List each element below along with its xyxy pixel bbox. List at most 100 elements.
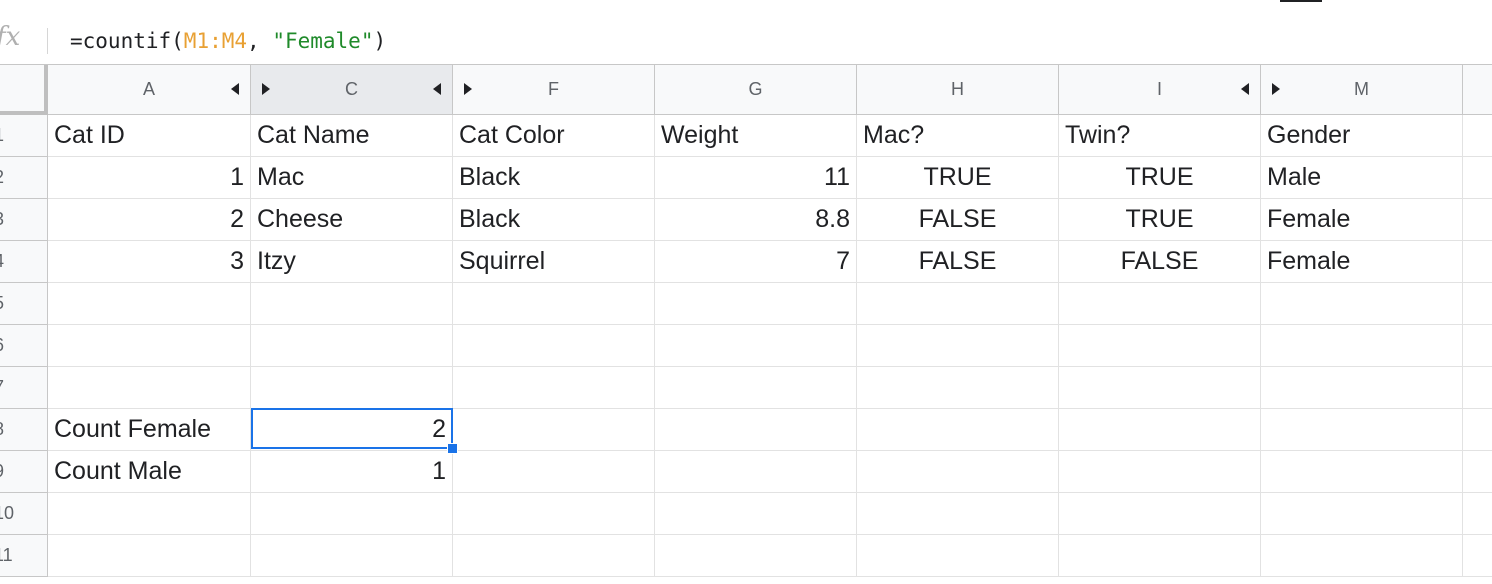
cell-h2[interactable]: TRUE xyxy=(857,157,1059,199)
hidden-columns-left-arrow-icon[interactable] xyxy=(231,83,239,95)
row-header[interactable]: 8 xyxy=(0,409,48,451)
cell-next-8[interactable] xyxy=(1463,409,1492,451)
cell-h4[interactable]: FALSE xyxy=(857,241,1059,283)
cell-f6[interactable] xyxy=(453,325,655,367)
cell-g7[interactable] xyxy=(655,367,857,409)
cell-next-4[interactable] xyxy=(1463,241,1492,283)
cell-g10[interactable] xyxy=(655,493,857,535)
cell-h6[interactable] xyxy=(857,325,1059,367)
cell-a5[interactable] xyxy=(48,283,251,325)
cell-i7[interactable] xyxy=(1059,367,1261,409)
fill-handle[interactable] xyxy=(447,443,458,454)
cell-next-2[interactable] xyxy=(1463,157,1492,199)
cell-h1[interactable]: Mac? xyxy=(857,115,1059,157)
cell-c9[interactable]: 1 xyxy=(251,451,453,493)
cell-m2[interactable]: Male xyxy=(1261,157,1463,199)
cell-c5[interactable] xyxy=(251,283,453,325)
cell-f8[interactable] xyxy=(453,409,655,451)
column-header-i[interactable]: I xyxy=(1059,65,1261,115)
cell-g2[interactable]: 11 xyxy=(655,157,857,199)
cell-c4[interactable]: Itzy xyxy=(251,241,453,283)
cell-m1[interactable]: Gender xyxy=(1261,115,1463,157)
cell-h7[interactable] xyxy=(857,367,1059,409)
cell-f11[interactable] xyxy=(453,535,655,577)
column-header-m[interactable]: M xyxy=(1261,65,1463,115)
cell-a7[interactable] xyxy=(48,367,251,409)
cell-next-9[interactable] xyxy=(1463,451,1492,493)
cell-a9[interactable]: Count Male xyxy=(48,451,251,493)
cell-f2[interactable]: Black xyxy=(453,157,655,199)
cell-i8[interactable] xyxy=(1059,409,1261,451)
cell-a1[interactable]: Cat ID xyxy=(48,115,251,157)
cell-c7[interactable] xyxy=(251,367,453,409)
cell-a10[interactable] xyxy=(48,493,251,535)
cell-h11[interactable] xyxy=(857,535,1059,577)
cell-h5[interactable] xyxy=(857,283,1059,325)
cell-g8[interactable] xyxy=(655,409,857,451)
cell-a2[interactable]: 1 xyxy=(48,157,251,199)
column-header-a[interactable]: A xyxy=(48,65,251,115)
cell-i9[interactable] xyxy=(1059,451,1261,493)
cell-f3[interactable]: Black xyxy=(453,199,655,241)
cell-c8[interactable]: 2 xyxy=(251,409,453,451)
row-header[interactable]: 7 xyxy=(0,367,48,409)
cell-m6[interactable] xyxy=(1261,325,1463,367)
cell-f10[interactable] xyxy=(453,493,655,535)
cell-g6[interactable] xyxy=(655,325,857,367)
cell-c10[interactable] xyxy=(251,493,453,535)
cell-m11[interactable] xyxy=(1261,535,1463,577)
cell-g1[interactable]: Weight xyxy=(655,115,857,157)
cell-m9[interactable] xyxy=(1261,451,1463,493)
column-header-g[interactable]: G xyxy=(655,65,857,115)
cell-i4[interactable]: FALSE xyxy=(1059,241,1261,283)
cell-c11[interactable] xyxy=(251,535,453,577)
cell-next-10[interactable] xyxy=(1463,493,1492,535)
cell-f9[interactable] xyxy=(453,451,655,493)
row-header[interactable]: 1 xyxy=(0,115,48,157)
column-header-c[interactable]: C xyxy=(251,65,453,115)
cell-f4[interactable]: Squirrel xyxy=(453,241,655,283)
cell-c2[interactable]: Mac xyxy=(251,157,453,199)
cell-i6[interactable] xyxy=(1059,325,1261,367)
cell-f7[interactable] xyxy=(453,367,655,409)
cell-i3[interactable]: TRUE xyxy=(1059,199,1261,241)
row-header[interactable]: 6 xyxy=(0,325,48,367)
row-header[interactable]: 3 xyxy=(0,199,48,241)
hidden-columns-right-arrow-icon[interactable] xyxy=(262,83,270,95)
hidden-columns-left-arrow-icon[interactable] xyxy=(433,83,441,95)
cell-i10[interactable] xyxy=(1059,493,1261,535)
cell-h9[interactable] xyxy=(857,451,1059,493)
cell-f1[interactable]: Cat Color xyxy=(453,115,655,157)
cell-next-3[interactable] xyxy=(1463,199,1492,241)
cell-a3[interactable]: 2 xyxy=(48,199,251,241)
cell-m8[interactable] xyxy=(1261,409,1463,451)
cell-next-5[interactable] xyxy=(1463,283,1492,325)
cell-g9[interactable] xyxy=(655,451,857,493)
cell-g4[interactable]: 7 xyxy=(655,241,857,283)
cell-next-11[interactable] xyxy=(1463,535,1492,577)
cell-a6[interactable] xyxy=(48,325,251,367)
row-header[interactable]: 9 xyxy=(0,451,48,493)
cell-h8[interactable] xyxy=(857,409,1059,451)
cell-h3[interactable]: FALSE xyxy=(857,199,1059,241)
column-header-f[interactable]: F xyxy=(453,65,655,115)
cell-a11[interactable] xyxy=(48,535,251,577)
cell-i5[interactable] xyxy=(1059,283,1261,325)
cell-h10[interactable] xyxy=(857,493,1059,535)
column-header-h[interactable]: H xyxy=(857,65,1059,115)
hidden-columns-right-arrow-icon[interactable] xyxy=(1272,83,1280,95)
cell-m3[interactable]: Female xyxy=(1261,199,1463,241)
cell-c1[interactable]: Cat Name xyxy=(251,115,453,157)
cell-g11[interactable] xyxy=(655,535,857,577)
row-header[interactable]: 11 xyxy=(0,535,48,577)
hidden-columns-right-arrow-icon[interactable] xyxy=(464,83,472,95)
cell-a4[interactable]: 3 xyxy=(48,241,251,283)
row-header[interactable]: 10 xyxy=(0,493,48,535)
formula-input[interactable]: =countif(M1:M4, "Female") xyxy=(70,26,386,56)
cell-m5[interactable] xyxy=(1261,283,1463,325)
cell-c6[interactable] xyxy=(251,325,453,367)
cell-c3[interactable]: Cheese xyxy=(251,199,453,241)
row-header[interactable]: 2 xyxy=(0,157,48,199)
cell-m4[interactable]: Female xyxy=(1261,241,1463,283)
select-all-corner[interactable] xyxy=(0,65,48,115)
